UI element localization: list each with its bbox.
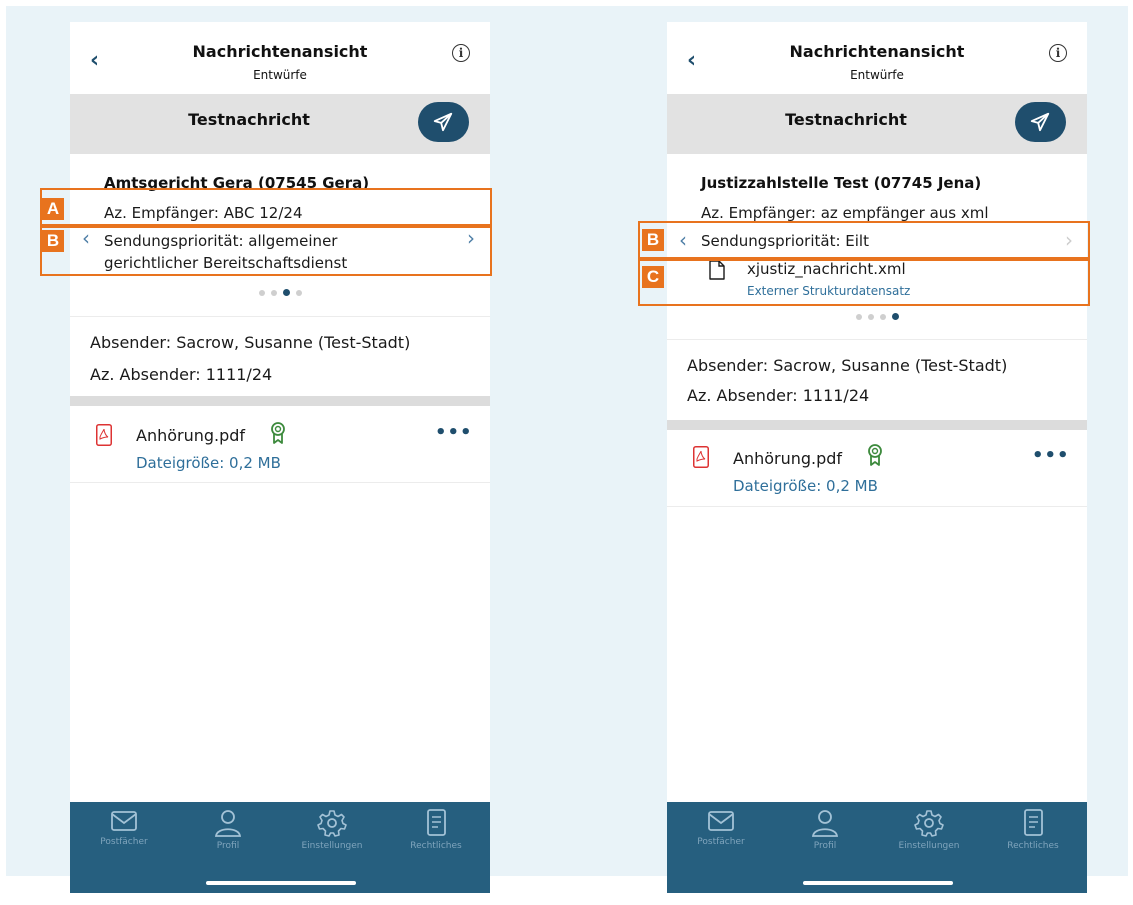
attachment-name: Anhörung.pdf	[136, 426, 246, 445]
document-icon	[1024, 809, 1043, 836]
tab-bar: Postfächer Profil Einstellungen Rechtlic…	[667, 802, 1087, 893]
tab-profil[interactable]: Profil	[785, 808, 865, 851]
divider	[70, 316, 490, 317]
tab-label: Postfächer	[100, 837, 148, 847]
nav-subtitle: Entwürfe	[850, 68, 904, 82]
tab-postfaecher[interactable]: Postfächer	[84, 808, 164, 847]
more-options-icon[interactable]: •••	[435, 422, 473, 443]
subject-bar: Testnachricht	[667, 94, 1087, 154]
subject-bar: Testnachricht	[70, 94, 490, 154]
tab-label: Einstellungen	[301, 841, 363, 851]
page-dot	[855, 313, 862, 320]
phone-screen-left: ‹ Nachrichtenansicht Entwürfe i Testnach…	[70, 22, 490, 893]
send-button[interactable]	[1015, 102, 1066, 142]
page-dot	[879, 313, 886, 320]
tab-label: Profil	[216, 841, 240, 851]
tab-postfaecher[interactable]: Postfächer	[681, 808, 761, 847]
phone-screen-right: ‹ Nachrichtenansicht Entwürfe i Testnach…	[667, 22, 1087, 893]
tab-label: Postfächer	[697, 837, 745, 847]
page-indicator	[70, 282, 490, 296]
navigation-bar: ‹ Nachrichtenansicht Entwürfe i	[70, 22, 490, 94]
highlight-label-b-right: B	[642, 229, 664, 251]
recipient-name: Justizzahlstelle Test (07745 Jena)	[701, 174, 982, 192]
tab-einstellungen[interactable]: Einstellungen	[889, 808, 969, 851]
page-dot	[258, 289, 265, 296]
info-icon[interactable]: i	[1049, 44, 1067, 62]
tab-profil[interactable]: Profil	[188, 808, 268, 851]
highlight-label-b: B	[42, 230, 64, 252]
signature-award-icon	[271, 422, 285, 444]
pdf-file-icon	[693, 446, 709, 468]
tab-rechtliches[interactable]: Rechtliches	[396, 808, 476, 851]
tab-label: Profil	[813, 841, 837, 851]
divider	[667, 506, 1087, 507]
paper-plane-icon	[1030, 112, 1050, 132]
signature-award-icon	[868, 444, 882, 466]
section-divider	[70, 396, 490, 406]
home-indicator	[206, 881, 356, 885]
tab-einstellungen[interactable]: Einstellungen	[292, 808, 372, 851]
sender-name: Absender: Sacrow, Susanne (Test-Stadt)	[90, 333, 411, 352]
message-subject: Testnachricht	[785, 110, 907, 129]
person-icon	[811, 810, 839, 837]
tab-label: Rechtliches	[1007, 841, 1059, 851]
send-button[interactable]	[418, 102, 469, 142]
person-icon	[214, 810, 242, 837]
nav-title: Nachrichtenansicht	[192, 42, 368, 61]
gear-icon	[914, 810, 944, 837]
divider	[667, 339, 1087, 340]
highlight-label-a: A	[42, 198, 64, 220]
section-divider	[667, 420, 1087, 430]
home-indicator	[803, 881, 953, 885]
attachment-size: Dateigröße: 0,2 MB	[136, 454, 281, 472]
page-dot	[867, 313, 874, 320]
recipient-reference: Az. Empfänger: az empfänger aus xml	[701, 204, 989, 222]
highlight-box-a	[40, 188, 492, 226]
tab-label: Einstellungen	[898, 841, 960, 851]
attachment-size: Dateigröße: 0,2 MB	[733, 477, 878, 495]
page-dot	[270, 289, 277, 296]
pdf-file-icon	[96, 424, 112, 446]
more-options-icon[interactable]: •••	[1032, 445, 1070, 466]
page-dot-active	[891, 313, 899, 320]
highlight-label-c: C	[642, 266, 664, 288]
document-icon	[427, 809, 446, 836]
info-icon[interactable]: i	[452, 44, 470, 62]
sender-reference: Az. Absender: 1111/24	[90, 365, 273, 384]
sender-reference: Az. Absender: 1111/24	[687, 386, 870, 405]
attachment-name: Anhörung.pdf	[733, 449, 843, 468]
sender-name: Absender: Sacrow, Susanne (Test-Stadt)	[687, 356, 1008, 375]
message-subject: Testnachricht	[188, 110, 310, 129]
paper-plane-icon	[433, 112, 453, 132]
tab-label: Rechtliches	[410, 841, 462, 851]
highlight-box-b	[40, 226, 492, 276]
divider	[70, 482, 490, 483]
page-indicator	[667, 306, 1087, 320]
nav-subtitle: Entwürfe	[253, 68, 307, 82]
page-dot-active	[282, 289, 290, 296]
nav-title: Nachrichtenansicht	[789, 42, 965, 61]
tab-bar: Postfächer Profil Einstellungen Rechtlic…	[70, 802, 490, 893]
tab-rechtliches[interactable]: Rechtliches	[993, 808, 1073, 851]
page-dot	[295, 289, 302, 296]
highlight-box-c	[638, 259, 1090, 306]
gear-icon	[317, 810, 347, 837]
mail-icon	[708, 811, 734, 831]
highlight-box-b-right	[638, 221, 1090, 259]
navigation-bar: ‹ Nachrichtenansicht Entwürfe i	[667, 22, 1087, 94]
mail-icon	[111, 811, 137, 831]
